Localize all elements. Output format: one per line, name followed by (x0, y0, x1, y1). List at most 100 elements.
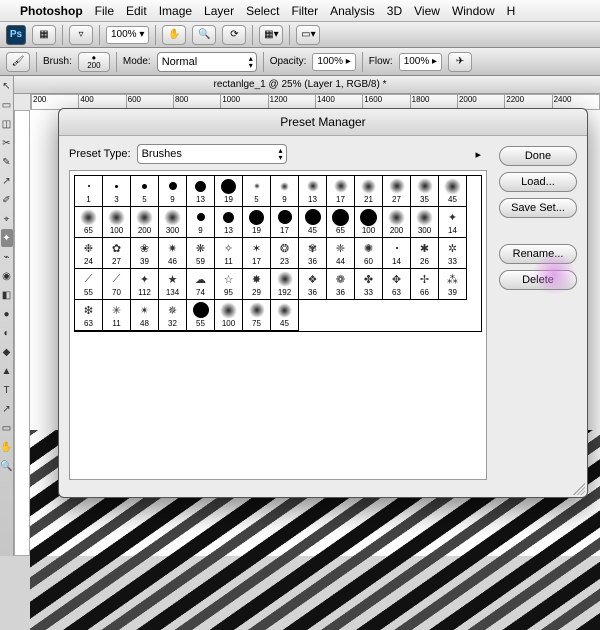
tool-preset-picker[interactable]: 🖌 (6, 52, 30, 72)
brush-preset[interactable]: ✦14 (438, 206, 467, 238)
brush-preset[interactable]: ✺60 (354, 237, 383, 269)
brush-preset[interactable]: 65 (74, 206, 103, 238)
brush-preset[interactable]: 5 (130, 175, 159, 207)
brush-preset[interactable]: 13 (214, 206, 243, 238)
tool-5[interactable]: ↗ (1, 172, 13, 190)
brush-preset[interactable]: ✤33 (354, 268, 383, 300)
brush-preset[interactable]: 75 (242, 299, 271, 331)
menu-window[interactable]: Window (452, 4, 495, 18)
menu-image[interactable]: Image (159, 4, 192, 18)
brush-preset[interactable]: 35 (410, 175, 439, 207)
brush-preset[interactable]: 55 (186, 299, 215, 331)
brush-preset[interactable]: 100 (354, 206, 383, 238)
flyout-menu-button[interactable]: ▸ (475, 148, 487, 161)
brush-preset[interactable]: ☁74 (186, 268, 215, 300)
brush-preset[interactable]: ✾36 (298, 237, 327, 269)
hand-tool-button[interactable]: ✋ (162, 25, 186, 45)
menu-file[interactable]: File (95, 4, 114, 18)
save-set-button[interactable]: Save Set... (499, 198, 577, 218)
tool-0[interactable]: ↖ (1, 77, 13, 95)
brush-preset[interactable]: ✸29 (242, 268, 271, 300)
brush-preset[interactable]: ✷46 (158, 237, 187, 269)
brush-preset[interactable]: ★134 (158, 268, 187, 300)
tool-9[interactable]: ⌁ (1, 248, 13, 266)
brush-preset[interactable]: 300 (158, 206, 187, 238)
tool-3[interactable]: ✂ (1, 134, 13, 152)
zoom-level-field[interactable]: 100% ▾ (106, 26, 149, 44)
brush-preset[interactable]: 100 (102, 206, 131, 238)
brush-preset[interactable]: ☆95 (214, 268, 243, 300)
blend-mode-select[interactable]: Normal ▴▾ (157, 52, 257, 72)
menu-select[interactable]: Select (246, 4, 279, 18)
brush-preset[interactable]: 9 (158, 175, 187, 207)
brush-preset[interactable]: 14 (382, 237, 411, 269)
tool-16[interactable]: T (1, 381, 13, 399)
brush-preset[interactable]: 5 (242, 175, 271, 207)
brush-preset[interactable]: ❈44 (326, 237, 355, 269)
opacity-field[interactable]: 100% ▸ (312, 53, 355, 71)
brush-grid[interactable]: 1359131959131721273545651002003009131917… (74, 175, 482, 332)
brush-preset[interactable]: 13 (186, 175, 215, 207)
brush-preset[interactable]: ❋59 (186, 237, 215, 269)
menu-photoshop[interactable]: Photoshop (20, 4, 83, 18)
brush-preset[interactable]: 17 (326, 175, 355, 207)
tool-15[interactable]: ▲ (1, 362, 13, 380)
tool-10[interactable]: ◉ (1, 267, 13, 285)
brush-preset[interactable]: 27 (382, 175, 411, 207)
brush-preset[interactable]: ❁36 (326, 268, 355, 300)
screen-mode-button[interactable]: ▭▾ (296, 25, 320, 45)
tool-19[interactable]: ✋ (1, 438, 13, 456)
brush-preset[interactable]: ✶17 (242, 237, 271, 269)
menu-view[interactable]: View (414, 4, 440, 18)
brush-preset[interactable]: 9 (186, 206, 215, 238)
brush-preset[interactable]: 19 (214, 175, 243, 207)
tool-11[interactable]: ◧ (1, 286, 13, 304)
brush-preset[interactable]: ❉24 (74, 237, 103, 269)
arrange-documents-button[interactable]: ▦▾ (259, 25, 283, 45)
brush-preset[interactable]: ⁂39 (438, 268, 467, 300)
menu-analysis[interactable]: Analysis (330, 4, 375, 18)
tool-17[interactable]: ↗ (1, 400, 13, 418)
tool-18[interactable]: ▭ (1, 419, 13, 437)
delete-button[interactable]: Delete (499, 270, 577, 290)
brush-preset[interactable]: 3 (102, 175, 131, 207)
brush-preset[interactable]: 21 (354, 175, 383, 207)
tool-1[interactable]: ▭ (1, 96, 13, 114)
view-extras-button[interactable]: ▿ (69, 25, 93, 45)
tool-14[interactable]: ◆ (1, 343, 13, 361)
brush-preset[interactable]: 100 (214, 299, 243, 331)
brush-preset[interactable]: 200 (130, 206, 159, 238)
resize-handle[interactable] (573, 483, 585, 495)
zoom-tool-button[interactable]: 🔍 (192, 25, 216, 45)
brush-preset[interactable]: 65 (326, 206, 355, 238)
tool-12[interactable]: ● (1, 305, 13, 323)
brush-preset[interactable]: ✱26 (410, 237, 439, 269)
menu-edit[interactable]: Edit (126, 4, 147, 18)
brush-preset[interactable]: ✥63 (382, 268, 411, 300)
menu-help[interactable]: H (507, 4, 516, 18)
brush-preset[interactable]: ✧11 (214, 237, 243, 269)
brush-preset[interactable]: ✿27 (102, 237, 131, 269)
brush-preset[interactable]: 192 (270, 268, 299, 300)
menu-filter[interactable]: Filter (291, 4, 318, 18)
preset-type-select[interactable]: Brushes ▴▾ (137, 144, 287, 164)
rotate-view-button[interactable]: ⟳ (222, 25, 246, 45)
brush-preset[interactable]: ⟋55 (74, 268, 103, 300)
brush-preset[interactable]: ✴48 (130, 299, 159, 331)
brush-preset[interactable]: 1 (74, 175, 103, 207)
brush-preset[interactable]: 13 (298, 175, 327, 207)
brush-preset[interactable]: ✢66 (410, 268, 439, 300)
tool-4[interactable]: ✎ (1, 153, 13, 171)
flow-field[interactable]: 100% ▸ (399, 53, 442, 71)
tool-8[interactable]: ✦ (1, 229, 13, 247)
load-button[interactable]: Load... (499, 172, 577, 192)
tool-20[interactable]: 🔍 (1, 457, 13, 475)
brush-preset[interactable]: ✲33 (438, 237, 467, 269)
done-button[interactable]: Done (499, 146, 577, 166)
brush-preset[interactable]: ✵32 (158, 299, 187, 331)
brush-preset[interactable]: 9 (270, 175, 299, 207)
tool-2[interactable]: ◫ (1, 115, 13, 133)
brush-preset[interactable]: 19 (242, 206, 271, 238)
brush-preset[interactable]: 17 (270, 206, 299, 238)
tool-6[interactable]: ✐ (1, 191, 13, 209)
